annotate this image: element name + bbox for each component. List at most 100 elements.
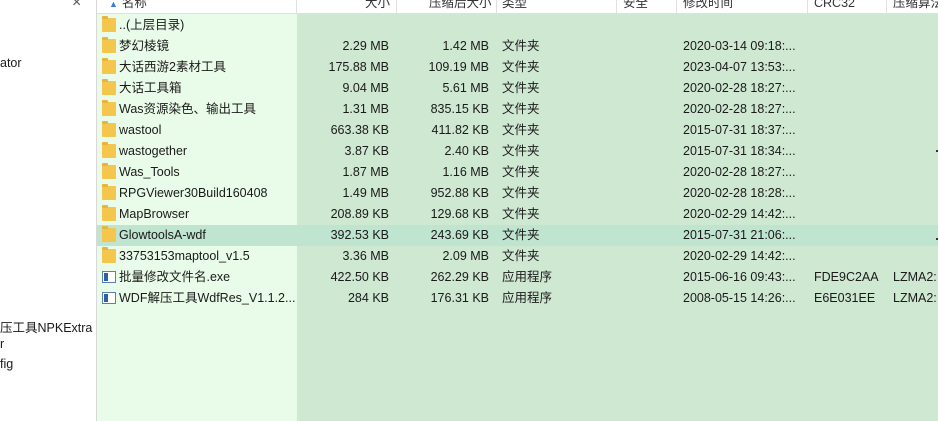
size-cell: 175.88 MB xyxy=(328,60,389,74)
name-cell: 梦幻棱镜 xyxy=(97,36,297,57)
table-row[interactable]: Was资源染色、输出工具 1.31 MB 835.15 KB 文件夹 2020-02-2… xyxy=(97,99,938,120)
name-cell: 大话西游2素材工具 xyxy=(97,57,297,78)
tree-item[interactable]: ator xyxy=(0,56,22,70)
header-security[interactable]: 安全 xyxy=(617,0,677,13)
table-row[interactable]: 梦幻棱镜 2.29 MB 1.42 MB 文件夹 2020-03-14 09:18:..… xyxy=(97,36,938,57)
name-cell: GlowtoolsA-wdf xyxy=(97,225,297,246)
file-name: wastogether xyxy=(119,144,188,158)
file-name: 大话西游2素材工具 xyxy=(119,60,226,74)
header-method-label: 压缩算法 xyxy=(893,0,938,10)
folder-icon xyxy=(102,184,116,200)
table-row[interactable]: wastogether 3.87 KB 2.40 KB 文件夹 2015-07-31 1… xyxy=(97,141,938,162)
size-cell: 208.89 KB xyxy=(330,207,389,221)
folder-icon xyxy=(102,163,116,179)
modified-cell: 2020-02-29 14:42:... xyxy=(683,249,796,263)
type-cell: 文件夹 xyxy=(502,186,540,200)
folder-icon xyxy=(102,121,116,137)
crc-cell xyxy=(808,141,887,162)
table-row[interactable]: 33753153maptool_v1.5 3.36 MB 2.09 MB 文件夹 202… xyxy=(97,246,938,267)
folder-icon xyxy=(102,205,116,221)
header-crc32[interactable]: CRC32 xyxy=(808,0,887,13)
packed-cell: 262.29 KB xyxy=(430,270,489,284)
size-cell: 284 KB xyxy=(347,291,389,305)
modified-cell: 2020-02-28 18:28:... xyxy=(683,186,796,200)
table-row[interactable]: 大话西游2素材工具 175.88 MB 109.19 MB 文件夹 2023-04-07… xyxy=(97,57,938,78)
modified-cell: 2023-04-07 13:53:... xyxy=(683,60,796,74)
file-list: ▲名称 大小 压缩后大小 类型 安全 修改时间 CRC32 压缩算法 ..(上层… xyxy=(97,0,938,421)
file-name: ..(上层目录) xyxy=(119,18,185,32)
packed-cell: 243.69 KB xyxy=(430,228,489,242)
header-security-label: 安全 xyxy=(623,0,649,10)
crc-cell xyxy=(808,225,887,246)
close-icon[interactable]: × xyxy=(72,0,81,12)
header-packed-label: 压缩后大小 xyxy=(429,0,492,10)
header-method[interactable]: 压缩算法 xyxy=(887,0,938,13)
file-name: Was_Tools xyxy=(119,165,180,179)
packed-cell: 411.82 KB xyxy=(431,123,489,137)
method-cell: LZMA2: xyxy=(893,270,937,284)
name-cell: 33753153maptool_v1.5 xyxy=(97,246,297,267)
size-cell: 1.87 MB xyxy=(342,165,389,179)
file-name: MapBrowser xyxy=(119,207,190,221)
header-name[interactable]: ▲ 名称 xyxy=(97,0,297,13)
packed-cell: 176.31 KB xyxy=(430,291,489,305)
packed-cell: 109.19 MB xyxy=(428,60,489,74)
method-cell xyxy=(887,36,938,57)
name-cell: 大话工具箱 xyxy=(97,78,297,99)
crc-cell xyxy=(808,162,887,183)
method-cell xyxy=(887,15,938,36)
packed-cell: 2.09 MB xyxy=(442,249,489,263)
header-modified-label: 修改时间 xyxy=(683,0,734,10)
table-row[interactable]: GlowtoolsA-wdf 392.53 KB 243.69 KB 文件夹 2015-… xyxy=(97,225,938,246)
tree-item[interactable]: r xyxy=(0,337,4,351)
modified-cell: 2015-07-31 18:37:... xyxy=(683,123,796,137)
crc-cell xyxy=(808,36,887,57)
header-packed-size[interactable]: 压缩后大小 xyxy=(397,0,497,13)
header-type[interactable]: 类型 xyxy=(497,0,617,13)
table-row[interactable]: 大话工具箱 9.04 MB 5.61 MB 文件夹 2020-02-28 18:27:.… xyxy=(97,78,938,99)
crc-cell xyxy=(808,204,887,225)
modified-cell: 2020-02-29 14:42:... xyxy=(683,207,796,221)
modified-cell: 2015-07-31 21:06:... xyxy=(683,228,796,242)
header-modified[interactable]: 修改时间 xyxy=(677,0,808,13)
type-cell: 文件夹 xyxy=(502,165,540,179)
folder-icon xyxy=(102,37,116,53)
type-cell: 文件夹 xyxy=(502,60,540,74)
tree-item[interactable]: fig xyxy=(0,357,13,371)
type-cell: 文件夹 xyxy=(502,144,540,158)
packed-cell xyxy=(397,15,497,36)
method-cell xyxy=(887,99,938,120)
modified-cell xyxy=(677,15,808,36)
method-cell xyxy=(887,225,938,246)
packed-cell: 1.42 MB xyxy=(442,39,489,53)
type-cell: 文件夹 xyxy=(502,228,540,242)
name-cell: Was_Tools xyxy=(97,162,297,183)
size-cell: 663.38 KB xyxy=(330,123,389,137)
file-name: 33753153maptool_v1.5 xyxy=(119,249,250,263)
folder-icon xyxy=(102,58,116,74)
table-row[interactable]: Was_Tools 1.87 MB 1.16 MB 文件夹 2020-02-28 18:… xyxy=(97,162,938,183)
table-row[interactable]: MapBrowser 208.89 KB 129.68 KB 文件夹 2020-02-2… xyxy=(97,204,938,225)
crc-cell xyxy=(808,15,887,36)
header-type-label: 类型 xyxy=(502,0,528,10)
type-cell: 文件夹 xyxy=(502,81,540,95)
modified-cell: 2008-05-15 14:26:... xyxy=(683,291,796,305)
size-cell: 3.36 MB xyxy=(342,249,389,263)
table-row[interactable]: ..(上层目录) xyxy=(97,15,938,36)
header-size-label: 大小 xyxy=(364,0,390,10)
table-row[interactable]: 批量修改文件名.exe 422.50 KB 262.29 KB 应用程序 2015-06… xyxy=(97,267,938,288)
tree-item[interactable]: 压工具NPKExtra xyxy=(0,317,92,336)
size-cell: 1.31 MB xyxy=(342,102,389,116)
file-name: Was资源染色、输出工具 xyxy=(119,102,257,116)
file-name: RPGViewer30Build160408 xyxy=(119,186,268,200)
exe-file-icon xyxy=(102,271,116,283)
file-name: 大话工具箱 xyxy=(119,81,182,95)
table-row[interactable]: wastool 663.38 KB 411.82 KB 文件夹 2015-07-31 1… xyxy=(97,120,938,141)
method-cell xyxy=(887,57,938,78)
modified-cell: 2020-03-14 09:18:... xyxy=(683,39,796,53)
table-row[interactable]: RPGViewer30Build160408 1.49 MB 952.88 KB 文件… xyxy=(97,183,938,204)
type-cell xyxy=(497,15,617,36)
type-cell: 文件夹 xyxy=(502,207,540,221)
header-size[interactable]: 大小 xyxy=(297,0,397,13)
table-row[interactable]: WDF解压工具WdfRes_V1.1.2... 284 KB 176.31 KB 应用… xyxy=(97,288,938,309)
